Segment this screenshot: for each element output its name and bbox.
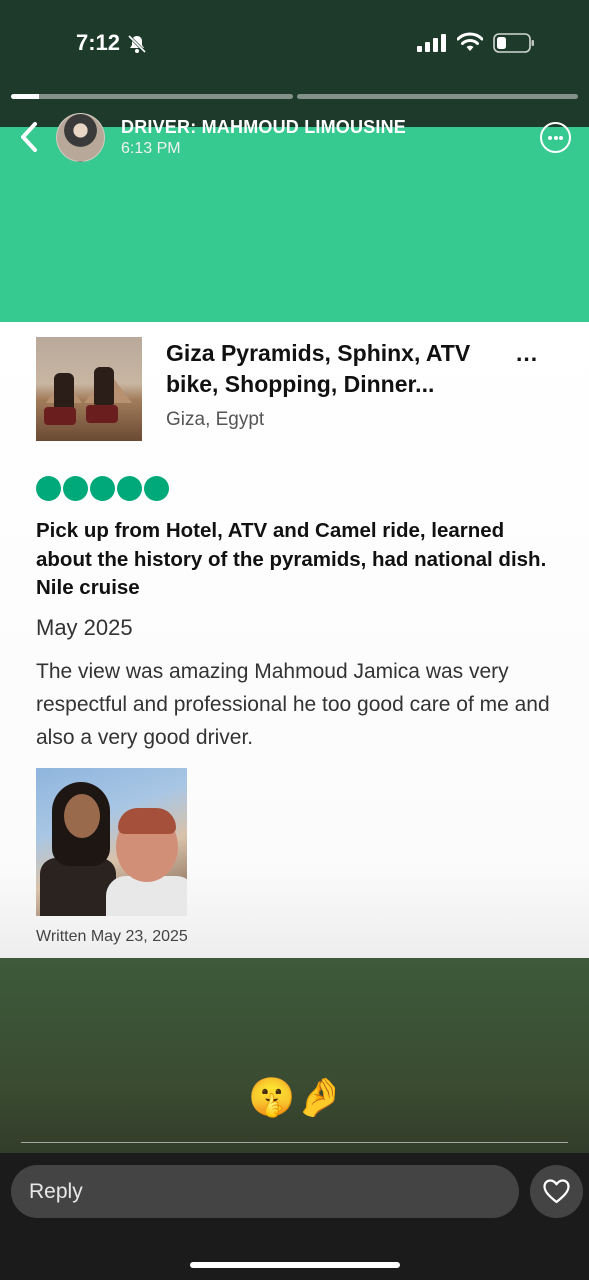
heart-icon	[543, 1179, 570, 1204]
more-options-icon[interactable]	[540, 122, 571, 153]
tour-location: Giza, Egypt	[166, 409, 265, 430]
rating-bubble-icon	[117, 476, 142, 501]
tour-thumbnail	[36, 337, 142, 441]
review-date: May 2025	[36, 615, 133, 640]
more-menu-icon[interactable]: ...	[516, 340, 538, 367]
poster-name[interactable]: DRIVER: MAHMOUD LIMOUSINE	[121, 117, 406, 138]
status-time: 7:12	[76, 30, 121, 55]
posted-time: 6:13 PM	[121, 140, 181, 157]
top-band	[0, 0, 589, 127]
rating-bubble-icon	[90, 476, 115, 501]
like-button[interactable]	[530, 1165, 583, 1218]
rating-bubble-icon	[144, 476, 169, 501]
bell-slash-icon	[127, 34, 147, 54]
home-indicator	[190, 1262, 400, 1268]
shushing-face-emoji[interactable]: 🤫	[248, 1076, 295, 1120]
avatar[interactable]	[56, 113, 105, 162]
rating-bubble-icon	[36, 476, 61, 501]
reply-input[interactable]	[11, 1165, 519, 1218]
back-chevron-icon[interactable]	[16, 120, 44, 154]
pinched-fingers-emoji[interactable]: 🤌	[296, 1076, 343, 1120]
divider	[21, 1142, 568, 1143]
story-progress-1	[11, 94, 293, 99]
story-progress-1-fill	[11, 94, 40, 99]
signal-bars-icon	[417, 34, 446, 52]
review-title: Pick up from Hotel, ATV and Camel ride, …	[36, 519, 547, 599]
rating-bubble-icon	[63, 476, 88, 501]
review-card: Giza Pyramids, Sphinx, ATV bike, Shoppin…	[0, 322, 589, 958]
battery-icon	[493, 33, 534, 53]
tour-title[interactable]: Giza Pyramids, Sphinx, ATV bike, Shoppin…	[166, 338, 506, 400]
story-progress-2	[297, 94, 578, 99]
wifi-icon	[457, 32, 483, 51]
review-photo[interactable]	[36, 768, 187, 916]
written-date: Written May 23, 2025	[36, 928, 188, 945]
review-body: The view was amazing Mahmoud Jamica was …	[36, 660, 550, 749]
